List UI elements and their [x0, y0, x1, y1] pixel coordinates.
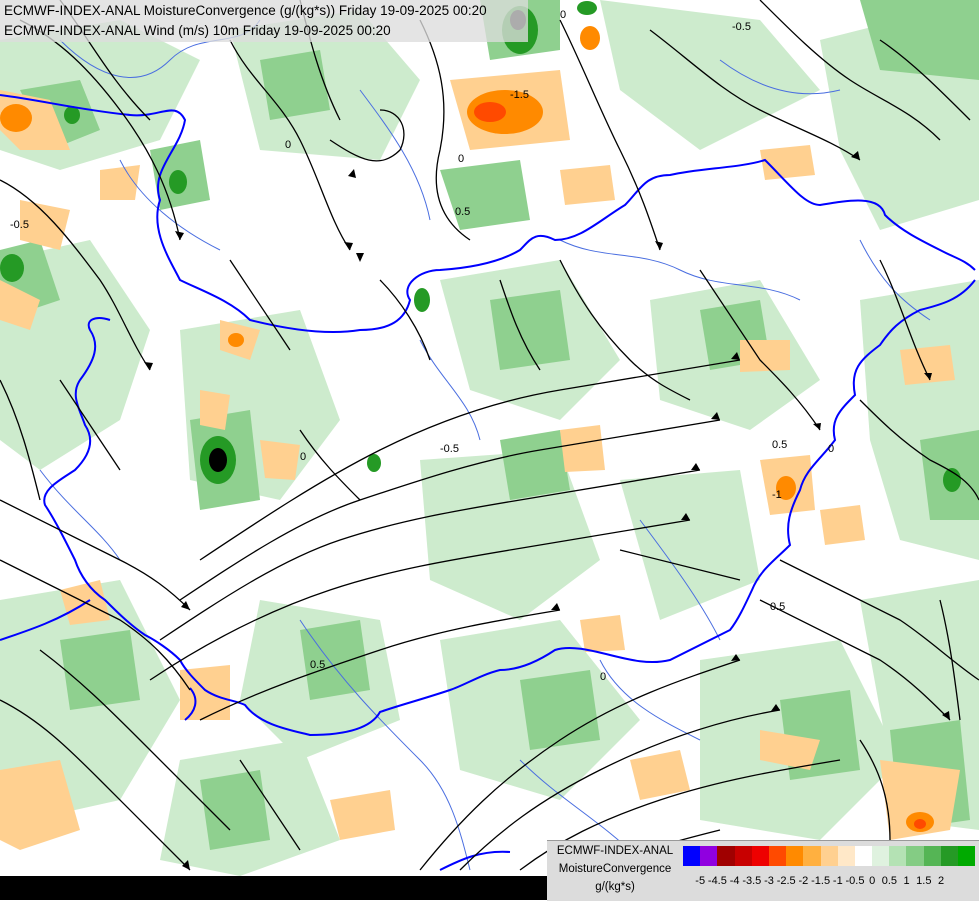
weather-map: 0 0.5 -0.5 0 0 -1 0.5 0 -0.5 -1.5 0.5 0 … [0, 0, 979, 900]
contour-label: 0.5 [455, 206, 470, 218]
legend-swatch [734, 846, 752, 866]
legend-tick: -3.5 [742, 875, 762, 887]
legend-tick: -1 [832, 875, 843, 887]
legend-tick: 2 [937, 875, 945, 887]
legend-tick: -2.5 [776, 875, 796, 887]
legend-tick: -4 [729, 875, 740, 887]
legend-tick: -5 [695, 875, 706, 887]
legend-tick: -0.5 [845, 875, 865, 887]
legend-swatch [940, 846, 958, 866]
legend-tick: 1.5 [916, 875, 932, 887]
legend-tick: -3 [764, 875, 774, 887]
contour-label: -0.5 [732, 21, 751, 33]
legend-ticks: -5 -4.5 -4 -3.5 -3 -2.5 -2 -1.5 -1 -0.5 0 0.5 1 1.5 2 [683, 875, 979, 891]
contour-label: 0.5 [772, 439, 787, 451]
legend-tick: -4.5 [707, 875, 727, 887]
legend-swatch [717, 846, 735, 866]
legend-swatch [700, 846, 718, 866]
legend-swatch [768, 846, 787, 866]
legend-swatch [786, 846, 804, 866]
legend-swatch [803, 846, 821, 866]
contour-label: -0.5 [440, 443, 459, 455]
legend-swatch [751, 846, 769, 866]
contour-label: 0 [828, 443, 834, 455]
contour-label: 0.5 [770, 601, 785, 613]
legend-parameter: MoistureConvergence [558, 863, 672, 875]
legend-tick: -2 [798, 875, 809, 887]
contour-label: 0 [560, 9, 566, 21]
legend-swatch [906, 846, 924, 866]
title-wind: ECMWF-INDEX-ANAL Wind (m/s) 10m Friday 1… [4, 23, 391, 38]
legend-tick: 1 [903, 875, 910, 887]
contour-label: -1 [772, 489, 782, 501]
map-title-box: ECMWF-INDEX-ANAL MoistureConvergence (g/… [0, 0, 528, 42]
contour-label: -1.5 [510, 89, 529, 101]
legend-source: ECMWF-INDEX-ANAL [556, 845, 674, 857]
title-moisture-convergence: ECMWF-INDEX-ANAL MoistureConvergence (g/… [4, 3, 487, 18]
legend-swatch [837, 846, 855, 866]
contour-label: 0 [458, 153, 464, 165]
legend-tick: 0 [869, 875, 876, 887]
legend-tick: -1.5 [811, 875, 831, 887]
legend-swatch [683, 846, 701, 866]
color-legend: ECMWF-INDEX-ANAL MoistureConvergence g/(… [547, 840, 979, 901]
legend-swatch [889, 846, 907, 866]
contour-label: -0.5 [10, 219, 29, 231]
contour-label: 0 [285, 139, 291, 151]
legend-swatch [820, 846, 838, 866]
legend-swatch [854, 846, 873, 866]
legend-unit: g/(kg*s) [595, 881, 635, 893]
legend-swatch [872, 846, 890, 866]
legend-swatches [683, 846, 976, 866]
legend-swatch [958, 846, 976, 866]
contour-label: 0 [600, 671, 606, 683]
legend-tick: 0.5 [881, 875, 898, 887]
legend-swatch [923, 846, 941, 866]
contour-label: 0 [300, 451, 306, 463]
contour-label: 0.5 [310, 659, 325, 671]
